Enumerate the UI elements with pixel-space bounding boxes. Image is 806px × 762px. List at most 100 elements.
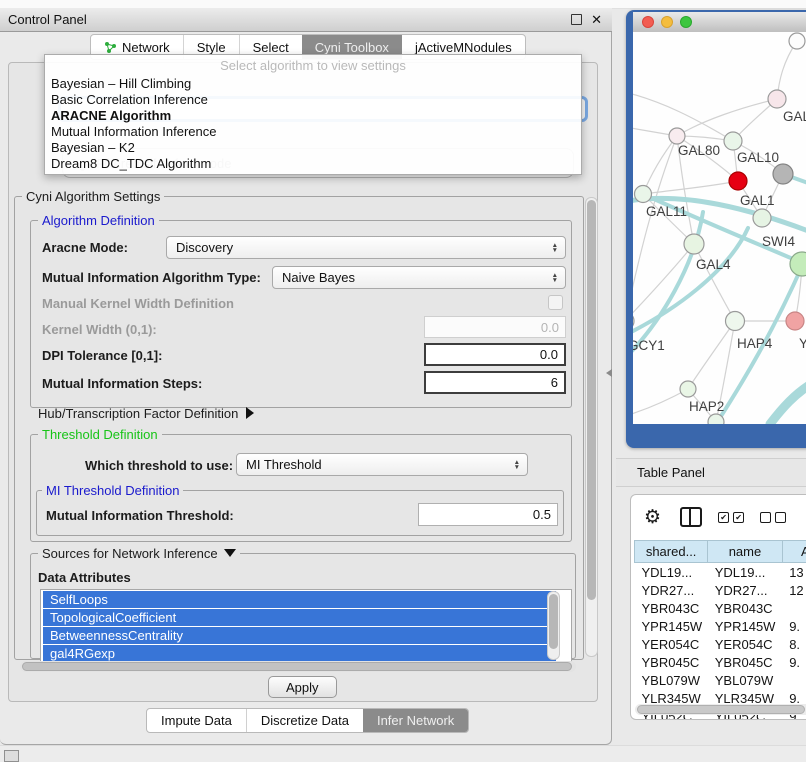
- mi-type-combo[interactable]: Naive Bayes ▲▼: [272, 266, 566, 289]
- aracne-mode-combo[interactable]: Discovery ▲▼: [166, 236, 566, 259]
- tab-label: jActiveMNodules: [415, 40, 512, 55]
- hub-definition-expander[interactable]: Hub/Transcription Factor Definition: [38, 406, 254, 421]
- column-header-shared[interactable]: shared...: [635, 541, 708, 563]
- which-threshold-combo[interactable]: MI Threshold ▲▼: [236, 453, 528, 476]
- network-node-label-y: Y: [799, 336, 806, 351]
- threshold-title: Threshold Definition: [38, 427, 162, 442]
- expand-right-icon: [246, 407, 254, 419]
- network-node-gal4[interactable]: [684, 234, 704, 254]
- column-header-a[interactable]: A: [782, 541, 806, 563]
- table-row[interactable]: YBR043CYBR043C: [635, 599, 806, 617]
- network-node-label-gal1: GAL1: [740, 193, 775, 208]
- panel-collapse-handle[interactable]: [606, 369, 612, 377]
- table-row[interactable]: YDR27...YDR27...12: [635, 581, 806, 599]
- network-node[interactable]: [773, 164, 793, 184]
- table-row[interactable]: YER054CYER054C8.: [635, 635, 806, 653]
- data-attributes-label: Data Attributes: [38, 570, 131, 585]
- network-node-gal11[interactable]: [635, 186, 652, 203]
- attribute-item-topologicalcoefficient[interactable]: TopologicalCoefficient: [43, 609, 556, 626]
- control-panel-title: Control Panel: [8, 12, 87, 27]
- network-canvas[interactable]: GALGAL80GAL10GAL1GAL11SWI4GAL4GCY1HAP4YH…: [633, 32, 806, 424]
- manual-kernel-label: Manual Kernel Width Definition: [42, 296, 234, 311]
- attribute-item-selfloops[interactable]: SelfLoops: [43, 591, 556, 608]
- network-node-hap2[interactable]: [680, 381, 696, 397]
- apply-button[interactable]: Apply: [268, 676, 337, 698]
- network-node-gal10[interactable]: [724, 132, 742, 150]
- mi-threshold-field[interactable]: 0.5: [418, 503, 558, 526]
- network-node-label-gcy1: GCY1: [633, 338, 665, 353]
- zoom-green-icon[interactable]: [680, 16, 692, 28]
- table-cell: YER054C: [635, 635, 708, 653]
- table-horizontal-scrollbar[interactable]: [635, 704, 806, 715]
- data-attributes-list[interactable]: SelfLoopsTopologicalCoefficientBetweenne…: [40, 589, 572, 662]
- table-cell: YBR045C: [635, 653, 708, 671]
- checked-boxes-icon[interactable]: ✔✔: [718, 512, 744, 523]
- column-header-name[interactable]: name: [708, 541, 782, 563]
- manual-kernel-checkbox[interactable]: [548, 295, 563, 310]
- tab-label: Select: [253, 40, 289, 55]
- dropdown-item-dream8-dc-tdc-algorithm[interactable]: Dream8 DC_TDC Algorithm: [45, 156, 581, 172]
- network-node-label-gal80: GAL80: [678, 143, 720, 158]
- dropdown-item-basic-correlation-inference[interactable]: Basic Correlation Inference: [45, 92, 581, 108]
- unchecked-boxes-icon[interactable]: [760, 512, 786, 523]
- table-cell: 9.: [782, 617, 806, 635]
- close-icon[interactable]: ✕: [591, 15, 602, 25]
- dropdown-item-bayesian-k2[interactable]: Bayesian – K2: [45, 140, 581, 156]
- which-threshold-label: Which threshold to use:: [85, 458, 233, 473]
- network-node-gal80[interactable]: [669, 128, 685, 144]
- network-node-y[interactable]: [786, 312, 804, 330]
- dropdown-item-mutual-information-inference[interactable]: Mutual Information Inference: [45, 124, 581, 140]
- settings-horizontal-scrollbar[interactable]: [20, 661, 576, 672]
- network-node-gal[interactable]: [768, 90, 786, 108]
- table-cell: 13: [782, 563, 806, 582]
- network-node[interactable]: [789, 33, 805, 49]
- minimized-panel-icon[interactable]: [4, 750, 19, 762]
- which-threshold-value: MI Threshold: [246, 457, 322, 472]
- network-edge: [633, 136, 677, 321]
- mi-type-label: Mutual Information Algorithm Type:: [42, 270, 261, 285]
- node-table[interactable]: shared...nameAYDL19...YDL19...13YDR27...…: [634, 540, 806, 720]
- dropdown-prompt: Select algorithm to view settings: [45, 55, 581, 76]
- minimize-yellow-icon[interactable]: [661, 16, 673, 28]
- float-panel-icon[interactable]: [571, 14, 582, 25]
- combo-stepper-icon: ▲▼: [552, 273, 558, 283]
- table-panel-titlebar: Table Panel: [616, 458, 806, 487]
- network-node-swi4[interactable]: [753, 209, 771, 227]
- attribute-item-betweennesscentrality[interactable]: BetweennessCentrality: [43, 627, 556, 644]
- mi-threshold-label: Mutual Information Threshold:: [46, 508, 234, 523]
- dropdown-item-aracne-algorithm[interactable]: ARACNE Algorithm: [45, 108, 581, 124]
- table-cell: YER054C: [708, 635, 782, 653]
- table-cell: 12: [782, 581, 806, 599]
- close-red-icon[interactable]: [642, 16, 654, 28]
- kernel-width-field[interactable]: 0.0: [424, 316, 566, 338]
- attributes-scrollbar[interactable]: [547, 591, 560, 660]
- kernel-width-label: Kernel Width (0,1):: [42, 322, 157, 337]
- network-node[interactable]: [790, 252, 806, 276]
- mi-steps-field[interactable]: 6: [424, 371, 566, 394]
- settings-vertical-scrollbar[interactable]: [585, 197, 598, 657]
- network-graph: GALGAL80GAL10GAL1GAL11SWI4GAL4GCY1HAP4YH…: [633, 32, 806, 424]
- network-node-hap4[interactable]: [726, 312, 745, 331]
- network-node-gcy1[interactable]: [633, 312, 634, 330]
- table-row[interactable]: YDL19...YDL19...13: [635, 563, 806, 582]
- tab-infer-network[interactable]: Infer Network: [363, 709, 468, 732]
- tab-discretize-data[interactable]: Discretize Data: [246, 709, 363, 732]
- mi-steps-label: Mutual Information Steps:: [42, 376, 202, 391]
- network-node-gal1[interactable]: [729, 172, 747, 190]
- attribute-item-gal4rgexp[interactable]: gal4RGexp: [43, 645, 556, 662]
- network-edge-highlight: [770, 384, 806, 424]
- network-node[interactable]: [708, 414, 724, 424]
- sources-expander[interactable]: Sources for Network Inference: [38, 546, 240, 561]
- table-cell: YBR045C: [708, 653, 782, 671]
- network-node-label-swi4: SWI4: [762, 234, 795, 249]
- gear-icon[interactable]: ⚙: [644, 508, 661, 527]
- dropdown-item-bayesian-hill-climbing[interactable]: Bayesian – Hill Climbing: [45, 76, 581, 92]
- dpi-tolerance-field[interactable]: 0.0: [424, 343, 566, 366]
- split-pane-icon[interactable]: [680, 507, 702, 527]
- table-row[interactable]: YBL079WYBL079W: [635, 671, 806, 689]
- tab-impute-data[interactable]: Impute Data: [147, 709, 246, 732]
- table-panel-title: Table Panel: [637, 465, 705, 480]
- table-row[interactable]: YBR045CYBR045C9.: [635, 653, 806, 671]
- table-cell: 8.: [782, 635, 806, 653]
- table-row[interactable]: YPR145WYPR145W9.: [635, 617, 806, 635]
